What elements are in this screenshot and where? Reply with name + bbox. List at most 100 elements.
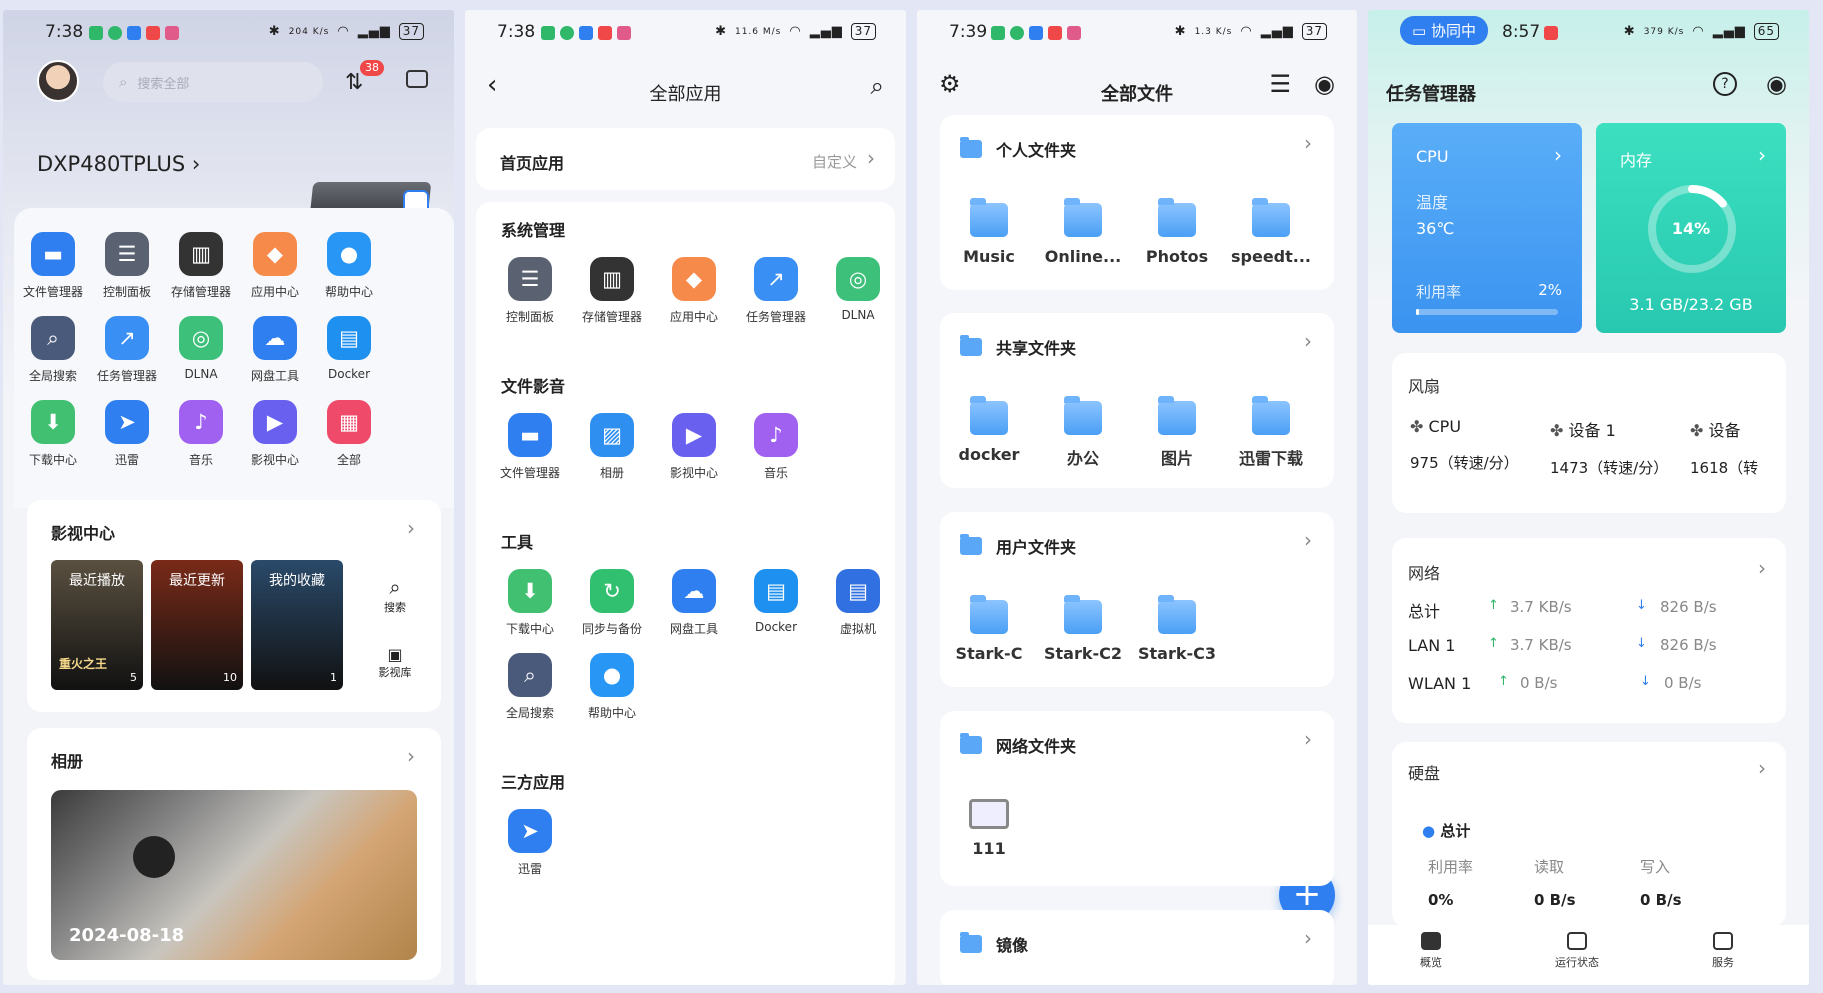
signal-icon: ▂▄▆	[809, 24, 843, 39]
search-input[interactable]: ⌕ 搜索全部	[103, 62, 323, 102]
media-library-button[interactable]: ▣ 影视库	[370, 645, 420, 680]
folder-item[interactable]: Photos	[1132, 198, 1222, 266]
folder-group: 共享文件夹 › docker 办公 图片 迅雷下载	[940, 313, 1334, 488]
search-icon[interactable]: ⌕	[871, 72, 884, 100]
app-music[interactable]: ♪ 音乐	[733, 413, 819, 481]
folder-group-header[interactable]: 个人文件夹	[960, 137, 1076, 161]
folder-label: Music	[963, 247, 1015, 266]
poster[interactable]: 最近更新 10	[151, 560, 243, 690]
folder-icon	[960, 932, 982, 953]
section-title: 工具	[501, 533, 534, 552]
storage-icon: ▥	[179, 232, 223, 276]
app-center-icon: ◆	[253, 232, 297, 276]
folder-icon	[1252, 198, 1290, 237]
folder-group-header[interactable]: 用户文件夹	[960, 534, 1076, 558]
battery-indicator: 65	[1753, 23, 1779, 40]
help-icon[interactable]: ?	[1713, 72, 1737, 96]
transfer-button[interactable]: ⇅	[345, 70, 363, 95]
media-center-chevron[interactable]: ›	[407, 516, 415, 540]
folder-icon	[960, 335, 982, 356]
home-apps-row[interactable]: 首页应用 自定义 ›	[476, 128, 895, 190]
app-label: 同步与备份	[581, 622, 642, 636]
memory-card[interactable]: 内存 › 14% 3.1 GB/23.2 GB	[1596, 123, 1786, 333]
list-view-icon[interactable]: ☰	[1269, 70, 1291, 98]
app-app-center[interactable]: ◆ 应用中心	[651, 257, 737, 325]
app-lightbulb[interactable]: ● 帮助中心	[306, 232, 392, 300]
app-folder[interactable]: ▬ 文件管理器	[487, 413, 573, 481]
app-bird[interactable]: ➤ 迅雷	[487, 809, 573, 877]
cpu-card[interactable]: CPU › 温度 36℃ 利用率 2%	[1392, 123, 1582, 333]
network-drive-icon	[969, 799, 1009, 829]
cloud-disk-icon: ☁	[253, 316, 297, 360]
message-icon[interactable]	[406, 70, 428, 88]
folder-item[interactable]: Stark-C	[944, 595, 1034, 663]
folder-group: 镜像 ›	[940, 910, 1334, 985]
collab-badge[interactable]: ▭ 协同中	[1400, 16, 1488, 45]
app-image[interactable]: ▨ 相册	[569, 413, 655, 481]
app-docker[interactable]: ▤ Docker	[306, 316, 392, 381]
app-vm[interactable]: ▤ 虚拟机	[815, 569, 901, 637]
avatar[interactable]	[37, 60, 79, 102]
network-download: 826 B/s	[1660, 598, 1717, 616]
chevron-right-icon[interactable]: ›	[1758, 556, 1766, 580]
download-icon: ⬇	[31, 400, 75, 444]
folder-item[interactable]: Music	[944, 198, 1034, 266]
record-icon[interactable]: ◉	[1766, 70, 1787, 98]
network-name: WLAN 1	[1408, 674, 1472, 693]
record-icon[interactable]: ◉	[1314, 70, 1335, 98]
folder-group-header[interactable]: 网络文件夹	[960, 733, 1076, 757]
app-sync[interactable]: ↻ 同步与备份	[569, 569, 655, 637]
folder-label: Photos	[1145, 247, 1209, 266]
folder-group-header[interactable]: 共享文件夹	[960, 335, 1076, 359]
notification-icons	[541, 26, 631, 40]
app-docker[interactable]: ▤ Docker	[733, 569, 819, 634]
poster[interactable]: 最近播放 重火之王 5	[51, 560, 143, 690]
folder-icon	[1064, 396, 1102, 435]
chevron-right-icon[interactable]: ›	[1758, 756, 1766, 780]
net-speed: 1.3 K/s	[1194, 26, 1233, 37]
tab-services[interactable]: 服务	[1688, 932, 1758, 970]
folder-icon: ▬	[31, 232, 75, 276]
app-download[interactable]: ⬇ 下载中心	[487, 569, 573, 637]
folder-item[interactable]: 办公	[1038, 396, 1128, 469]
folder-item[interactable]: 图片	[1132, 396, 1222, 469]
app-grid[interactable]: ▦ 全部	[306, 400, 392, 468]
app-cloud-disk[interactable]: ☁ 网盘工具	[651, 569, 737, 637]
app-storage[interactable]: ▥ 存储管理器	[569, 257, 655, 325]
app-label: 控制面板	[505, 310, 554, 324]
folder-item[interactable]: 迅雷下载	[1226, 396, 1316, 469]
album-chevron[interactable]: ›	[407, 744, 415, 768]
folder-item[interactable]: speedt...	[1226, 198, 1316, 266]
disk-total-label: ● 总计	[1422, 822, 1471, 840]
tab-status[interactable]: 运行状态	[1542, 932, 1612, 970]
folder-group-header[interactable]: 镜像	[960, 932, 1028, 956]
video-icon: ▶	[253, 400, 297, 444]
album-photo[interactable]: 2024-08-18	[51, 790, 417, 960]
chevron-right-icon: ›	[1304, 329, 1312, 353]
signal-icon: ▂▄▆	[1260, 24, 1294, 39]
folder-group: 网络文件夹 › 111	[940, 711, 1334, 886]
app-label: 迅雷	[517, 862, 542, 876]
folder-label: 111	[972, 839, 1006, 858]
app-dlna[interactable]: ◎ DLNA	[815, 257, 901, 322]
app-chart[interactable]: ↗ 任务管理器	[733, 257, 819, 325]
app-label: Docker	[754, 620, 798, 634]
app-video[interactable]: ▶ 影视中心	[651, 413, 737, 481]
fan-item: ✤ 设备 1 1473（转速/分）	[1550, 417, 1690, 478]
folder-item[interactable]: docker	[944, 396, 1034, 464]
app-sliders[interactable]: ☰ 控制面板	[487, 257, 573, 325]
folder-item[interactable]: 111	[944, 799, 1034, 858]
customize-link[interactable]: 自定义	[812, 151, 857, 172]
section-title: 文件影音	[501, 377, 566, 396]
tab-overview[interactable]: 概览	[1396, 932, 1466, 970]
app-lightbulb[interactable]: ● 帮助中心	[569, 653, 655, 721]
folder-item[interactable]: Stark-C3	[1132, 595, 1222, 663]
app-label: 帮助中心	[324, 285, 373, 299]
device-name[interactable]: DXP480TPLUS ›	[37, 152, 200, 176]
search-doc-icon: ⌕	[508, 653, 552, 697]
app-search-doc[interactable]: ⌕ 全局搜索	[487, 653, 573, 721]
folder-item[interactable]: Online...	[1038, 198, 1128, 266]
folder-item[interactable]: Stark-C2	[1038, 595, 1128, 663]
media-search-button[interactable]: ⌕ 搜索	[375, 575, 415, 615]
poster[interactable]: 我的收藏 1	[251, 560, 343, 690]
